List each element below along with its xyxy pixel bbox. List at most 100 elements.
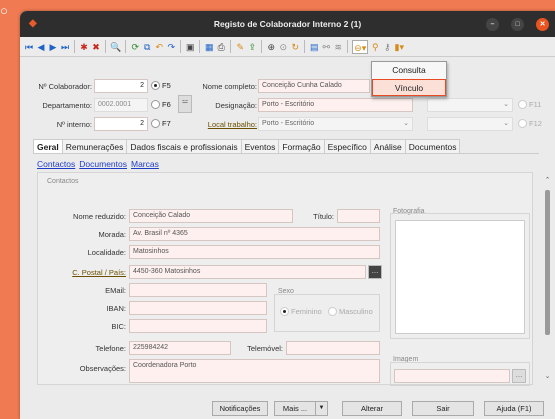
imagem-field[interactable] [394, 369, 510, 383]
f12-radio[interactable]: F12 [518, 119, 542, 128]
scroll-thumb[interactable] [545, 190, 550, 335]
sublink-marcas[interactable]: Marcas [131, 159, 159, 169]
telemovel-field[interactable] [286, 341, 380, 355]
f11-label: F11 [529, 100, 542, 109]
undo-icon[interactable]: ↶ [154, 40, 164, 54]
key-icon[interactable]: ⚷ [382, 40, 392, 54]
bic-label: BIC: [111, 322, 126, 331]
f6-label: F6 [162, 100, 171, 109]
search-icon[interactable]: 🔍 [110, 40, 121, 54]
imagem-browse-button[interactable]: … [512, 369, 526, 383]
contactos-group-title: Contactos [47, 178, 79, 185]
morada-field[interactable]: Av. Brasil nº 4365 [129, 227, 380, 241]
f7-radio[interactable]: F7 [151, 119, 171, 128]
next-record-icon[interactable]: ▶ [48, 40, 58, 54]
document-icon[interactable]: ▤ [309, 40, 319, 54]
tools-icon[interactable]: ✎ [235, 40, 245, 54]
iban-label: IBAN: [106, 304, 126, 313]
lock-icon[interactable]: ⊙ [278, 40, 288, 54]
nome-completo-field[interactable]: Conceição Cunha Calado [258, 79, 370, 93]
titulo-field[interactable] [337, 209, 380, 223]
f6-radio[interactable]: F6 [151, 100, 171, 109]
nome-completo-label: Nome completo: [202, 82, 257, 91]
morada-label: Morada: [98, 230, 126, 239]
new-record-icon[interactable]: ✱ [79, 40, 89, 54]
tab-eventos[interactable]: Eventos [240, 139, 280, 153]
feminino-radio[interactable]: Feminino [280, 307, 322, 316]
attach-icon[interactable]: ⊕ [266, 40, 276, 54]
tab-dados-fiscais[interactable]: Dados fiscais e profissionais [126, 139, 242, 153]
departamento-field[interactable]: 0002.0001 [94, 98, 148, 112]
localidade-field[interactable]: Matosinhos [129, 245, 380, 259]
nome-reduzido-label: Nome reduzido: [73, 212, 126, 221]
tab-especifico[interactable]: Específico [323, 139, 371, 153]
cpostal-lookup-button[interactable]: … [368, 265, 382, 279]
f11-radio[interactable]: F11 [518, 100, 541, 109]
chevron-down-icon: ⌄ [503, 101, 509, 108]
menu-item-consulta[interactable]: Consulta [372, 62, 446, 79]
grid-icon[interactable]: ▦ [204, 40, 214, 54]
close-button[interactable]: ✕ [536, 18, 549, 31]
sair-button[interactable]: Sair [412, 401, 474, 416]
tab-analise[interactable]: Análise [369, 139, 406, 153]
refresh-icon[interactable]: ⟳ [130, 40, 140, 54]
vinculo-dropdown: Consulta Vínculo [371, 61, 447, 97]
designacao-label: Designação: [215, 101, 257, 110]
sublink-documentos[interactable]: Documentos [79, 159, 127, 169]
chart-icon[interactable]: ≋ [333, 40, 343, 54]
scroll-up-icon[interactable]: ⌃ [543, 176, 552, 184]
email-field[interactable] [129, 283, 267, 297]
local-trabalho-link[interactable]: Local trabalho: [192, 120, 257, 129]
first-record-icon[interactable]: ⏮ [24, 40, 34, 54]
folder-icon[interactable]: ▮▾ [394, 40, 404, 54]
ajuda-button[interactable]: Ajuda (F1) [484, 401, 544, 416]
masculino-radio[interactable]: Masculino [328, 307, 373, 316]
link-icon[interactable]: ⚯ [321, 40, 331, 54]
panel-scrollbar[interactable]: ⌃ ⌄ [543, 176, 552, 380]
delete-record-icon[interactable]: ✖ [91, 40, 101, 54]
mais-button[interactable]: Mais ... ▼ [274, 401, 328, 416]
tab-remuneracoes[interactable]: Remunerações [61, 139, 128, 153]
photo-area[interactable] [395, 220, 525, 334]
numero-interno-field[interactable]: 2 [94, 117, 148, 131]
history-icon[interactable]: ↻ [290, 40, 300, 54]
user-icon[interactable]: ⚲ [370, 40, 380, 54]
tab-geral[interactable]: Geral [33, 139, 63, 153]
f7-label: F7 [162, 119, 171, 128]
last-record-icon[interactable]: ⏭ [60, 40, 70, 54]
designacao-extra-field[interactable]: ⌄ [427, 98, 513, 112]
numero-colaborador-field[interactable]: 2 [94, 79, 148, 93]
cpostal-field[interactable]: 4450-360 Matosinhos [129, 265, 366, 279]
sublink-contactos[interactable]: Contactos [37, 159, 75, 169]
vinculo-menu-icon[interactable]: ⊖▾ [352, 39, 369, 54]
copy-icon[interactable]: ⧉ [142, 40, 152, 54]
telefone-field[interactable]: 225984242 [129, 341, 231, 355]
menu-item-vinculo[interactable]: Vínculo [372, 79, 446, 96]
designacao-field[interactable]: Porto - Escritório [258, 98, 413, 112]
masculino-label: Masculino [339, 307, 373, 316]
cpostal-link[interactable]: C. Postal / País: [38, 268, 126, 277]
nome-reduzido-field[interactable]: Conceição Calado [129, 209, 293, 223]
export-icon[interactable]: ⇪ [247, 40, 257, 54]
org-chart-button[interactable]: ⚍ [178, 95, 192, 113]
tab-formacao[interactable]: Formação [278, 139, 325, 153]
previous-record-icon[interactable]: ◀ [36, 40, 46, 54]
bic-field[interactable] [129, 319, 267, 333]
iban-field[interactable] [129, 301, 267, 315]
app-window: ◆ Registo de Colaborador Interno 2 (1) –… [20, 11, 555, 419]
local-trabalho-field[interactable]: Porto - Escritório ⌄ [258, 117, 413, 131]
minimize-button[interactable]: – [486, 18, 499, 31]
f5-radio[interactable]: F5 [151, 81, 171, 90]
scroll-down-icon[interactable]: ⌄ [543, 372, 552, 380]
chevron-down-icon[interactable]: ▼ [315, 402, 327, 415]
print-icon[interactable]: ⎙ [216, 40, 226, 54]
save-icon[interactable]: ▣ [185, 40, 195, 54]
maximize-button[interactable]: □ [511, 18, 524, 31]
tab-documentos[interactable]: Documentos [404, 139, 461, 153]
chevron-down-icon: ⌄ [403, 120, 409, 127]
local-trabalho-extra-field[interactable]: ⌄ [427, 117, 513, 131]
notificacoes-button[interactable]: Notificações [212, 401, 268, 416]
observacoes-field[interactable]: Coordenadora Porto [129, 359, 380, 383]
redo-icon[interactable]: ↷ [166, 40, 176, 54]
alterar-button[interactable]: Alterar [342, 401, 402, 416]
